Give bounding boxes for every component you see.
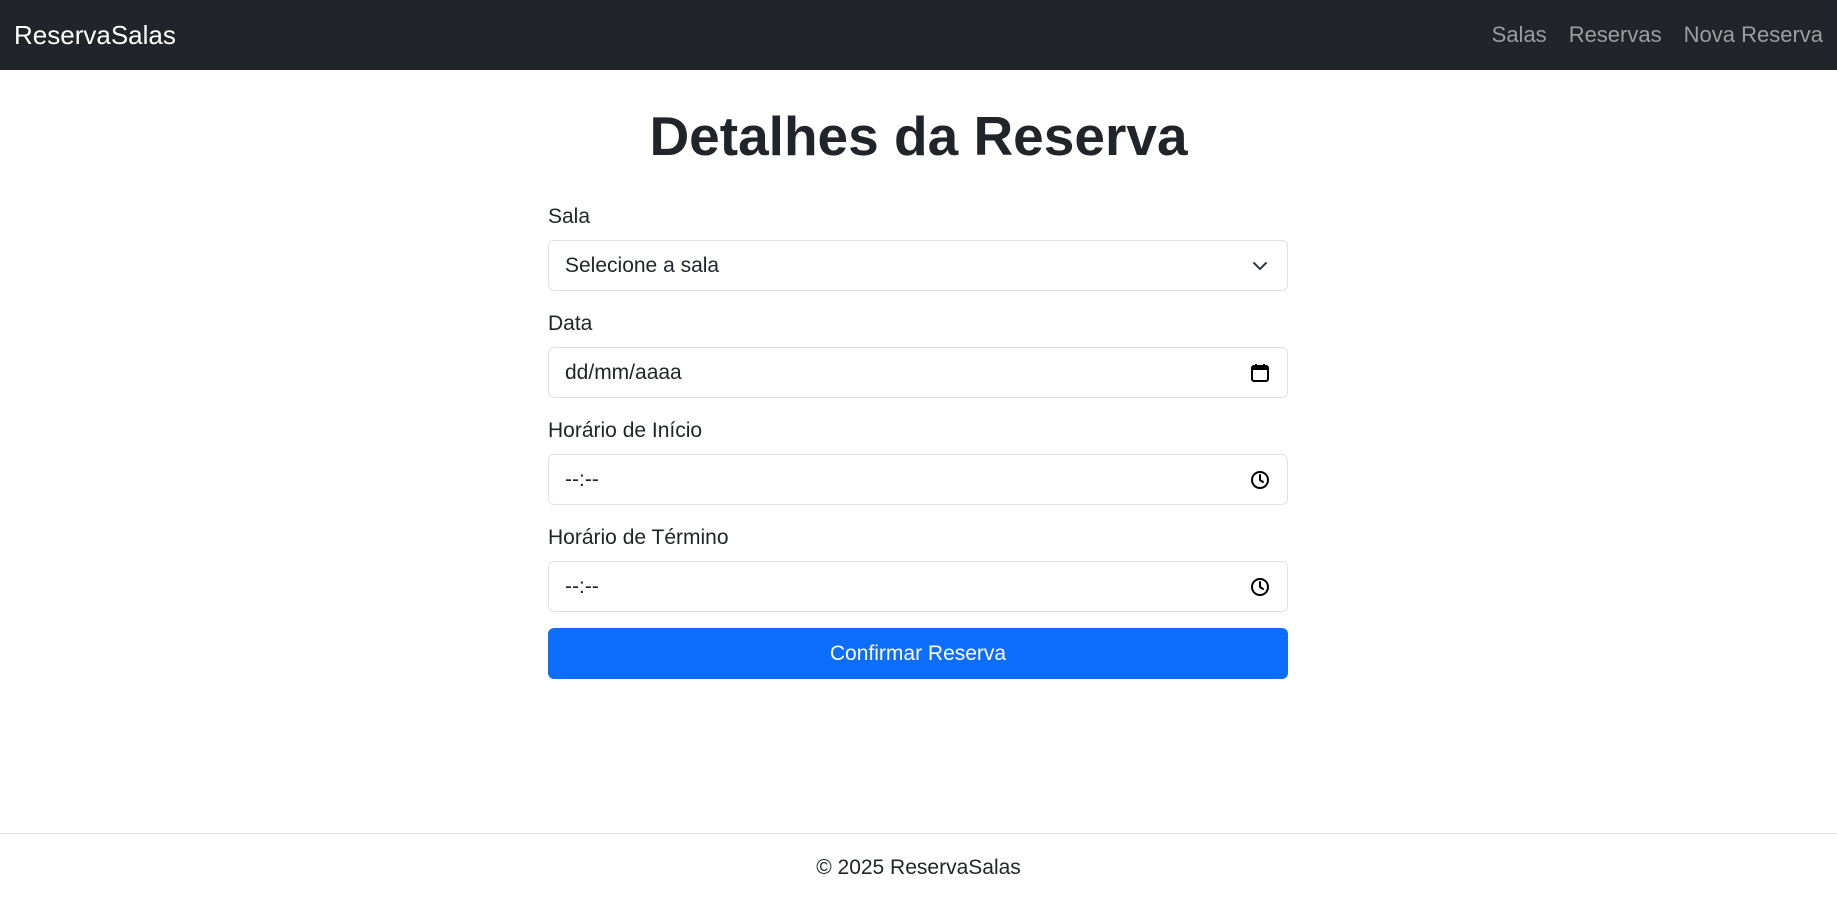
footer: © 2025 ReservaSalas — [0, 833, 1837, 901]
termino-label: Horário de Término — [548, 526, 729, 549]
termino-input[interactable]: --:-- — [548, 561, 1288, 612]
page-title: Detalhes da Reserva — [649, 105, 1188, 167]
clock-icon[interactable] — [1249, 469, 1271, 491]
navbar: ReservaSalas Salas Reservas Nova Reserva — [0, 0, 1837, 70]
inicio-group: Horário de Início --:-- — [548, 414, 1288, 505]
nav-link-reservas[interactable]: Reservas — [1569, 22, 1662, 48]
inicio-label: Horário de Início — [548, 419, 703, 442]
data-label: Data — [548, 312, 593, 335]
clock-icon[interactable] — [1249, 576, 1271, 598]
sala-label: Sala — [548, 205, 591, 228]
data-input-placeholder: dd/mm/aaaa — [565, 360, 682, 384]
footer-copyright: © 2025 ReservaSalas — [816, 855, 1021, 879]
data-group: Data dd/mm/aaaa — [548, 307, 1288, 398]
sala-select[interactable]: Selecione a sala — [548, 240, 1288, 291]
termino-input-placeholder: --:-- — [565, 574, 599, 598]
chevron-down-icon — [1249, 255, 1271, 277]
inicio-input[interactable]: --:-- — [548, 454, 1288, 505]
sala-select-value: Selecione a sala — [565, 253, 720, 277]
termino-group: Horário de Término --:-- — [548, 521, 1288, 612]
inicio-input-placeholder: --:-- — [565, 467, 599, 491]
sala-group: Sala Selecione a sala — [548, 200, 1288, 291]
nav-link-salas[interactable]: Salas — [1492, 22, 1547, 48]
calendar-icon[interactable] — [1249, 362, 1271, 384]
brand-logo[interactable]: ReservaSalas — [14, 20, 176, 51]
reservation-form: Sala Selecione a sala Data dd/mm/aaaa Ho… — [548, 200, 1288, 679]
confirm-reservation-button[interactable]: Confirmar Reserva — [548, 628, 1288, 679]
data-input[interactable]: dd/mm/aaaa — [548, 347, 1288, 398]
nav-link-nova-reserva[interactable]: Nova Reserva — [1684, 22, 1823, 48]
nav-links: Salas Reservas Nova Reserva — [1492, 22, 1823, 48]
